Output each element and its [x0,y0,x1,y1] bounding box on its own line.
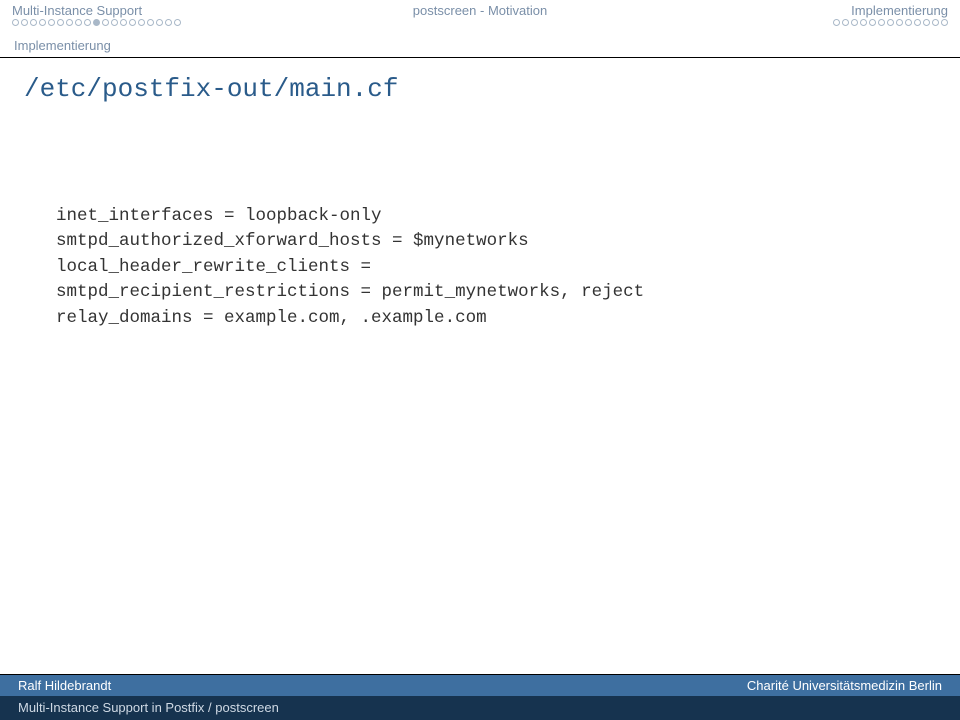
slide-container: Multi-Instance Support postscreen - Moti… [0,0,960,720]
footer-org: Charité Universitätsmedizin Berlin [747,678,942,693]
progress-dot [932,19,939,26]
progress-dot [120,19,127,26]
progress-dot [84,19,91,26]
nav-section-center: postscreen - Motivation [324,3,636,18]
progress-dot [66,19,73,26]
progress-dots-right [833,19,948,26]
slide-title: /etc/postfix-out/main.cf [0,58,960,104]
progress-dot [941,19,948,26]
progress-dot [174,19,181,26]
progress-dot [102,19,109,26]
footer-bottom-bar: Multi-Instance Support in Postfix / post… [0,696,960,720]
progress-dot [869,19,876,26]
progress-dot [923,19,930,26]
progress-dot [57,19,64,26]
subsection-label: Implementierung [0,26,960,53]
footer-talk-title: Multi-Instance Support in Postfix / post… [18,700,279,715]
progress-dot [156,19,163,26]
progress-dot [75,19,82,26]
footer-top-bar: Ralf Hildebrandt Charité Universitätsmed… [0,675,960,696]
progress-dot [851,19,858,26]
nav-row: Multi-Instance Support postscreen - Moti… [0,3,960,18]
slide-footer: Ralf Hildebrandt Charité Universitätsmed… [0,670,960,720]
progress-dots-row [0,18,960,26]
progress-dot [138,19,145,26]
progress-dot [860,19,867,26]
progress-dot [12,19,19,26]
progress-dot [833,19,840,26]
progress-dot [111,19,118,26]
footer-author: Ralf Hildebrandt [18,678,111,693]
progress-dot [896,19,903,26]
progress-dot [30,19,37,26]
progress-dot [842,19,849,26]
progress-dot [147,19,154,26]
nav-section-left: Multi-Instance Support [12,3,324,18]
nav-section-right: Implementierung [636,3,948,18]
progress-dot [21,19,28,26]
progress-dot [129,19,136,26]
slide-content: inet_interfaces = loopback-only smtpd_au… [0,104,960,670]
progress-dot [39,19,46,26]
slide-header: Multi-Instance Support postscreen - Moti… [0,0,960,104]
progress-dot [93,19,100,26]
progress-dot [905,19,912,26]
progress-dot [878,19,885,26]
progress-dots-left [12,19,181,26]
progress-dot [914,19,921,26]
code-block: inet_interfaces = loopback-only smtpd_au… [56,204,904,331]
progress-dot [48,19,55,26]
progress-dot [165,19,172,26]
progress-dot [887,19,894,26]
